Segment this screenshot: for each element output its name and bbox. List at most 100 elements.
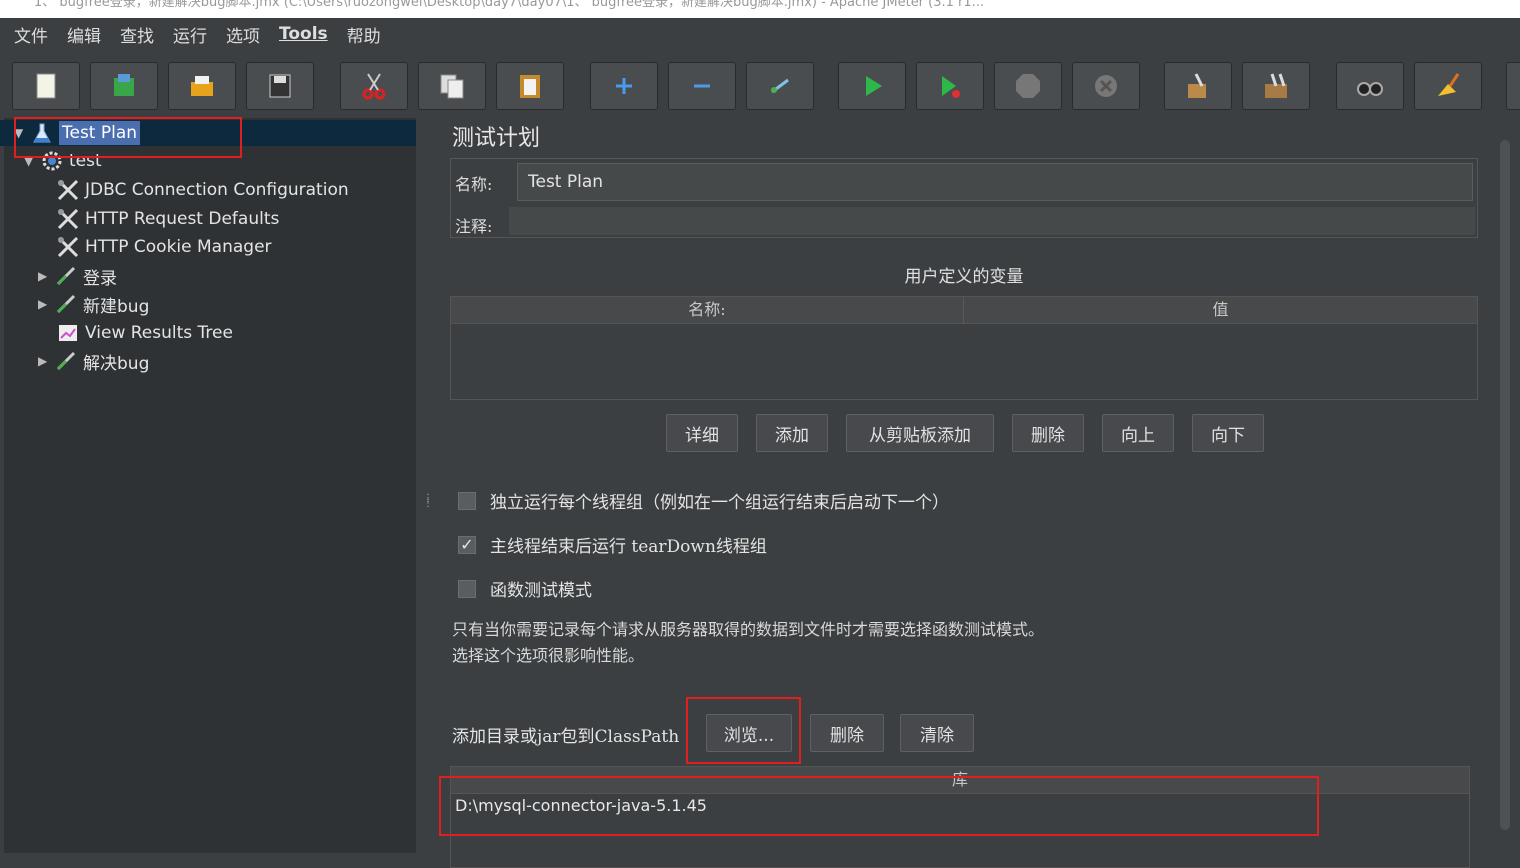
templates-button[interactable] (90, 62, 158, 110)
menu-options[interactable]: 选项 (226, 22, 260, 47)
save-icon (269, 74, 291, 98)
tree-node-jdbc-config[interactable]: JDBC Connection Configuration (54, 177, 352, 203)
clear-button[interactable] (1164, 62, 1232, 110)
toggle-icon (771, 78, 789, 94)
add-button[interactable]: 添加 (756, 414, 828, 452)
templates-icon (114, 74, 134, 96)
col-name-header[interactable]: 名称: (451, 297, 964, 323)
up-button[interactable]: 向上 (1102, 414, 1174, 452)
expand-arrow-icon[interactable]: ▶ (38, 354, 52, 368)
window-title: 1、 bugfree登录，新建解决bug脚本.jmx (C:\Users\ruo… (34, 0, 985, 10)
open-button[interactable] (168, 62, 236, 110)
controller-icon (52, 263, 80, 289)
listener-icon (54, 320, 82, 346)
help-text-line2: 选择这个选项很影响性能。 (452, 646, 645, 665)
expand-icon (616, 78, 632, 94)
checkbox-checked[interactable]: ✓ (458, 535, 476, 554)
toggle-button[interactable] (746, 62, 814, 110)
collapse-button[interactable] (668, 62, 736, 110)
config-icon (54, 177, 82, 203)
checkbox[interactable] (458, 579, 476, 598)
detail-button[interactable]: 详细 (666, 414, 738, 452)
menu-tools[interactable]: Tools (279, 24, 328, 44)
scrollbar-thumb[interactable] (1500, 140, 1510, 830)
window-titlebar: 1、 bugfree登录，新建解决bug脚本.jmx (C:\Users\ruo… (0, 0, 1520, 18)
menu-run[interactable]: 运行 (173, 22, 207, 47)
tree-node-login[interactable]: ▶ 登录 (38, 263, 120, 289)
name-field[interactable]: Test Plan (517, 163, 1473, 201)
option-label: 主线程结束后运行 tearDown线程组 (490, 537, 767, 557)
tree-node-cookie-manager[interactable]: HTTP Cookie Manager (54, 234, 275, 260)
tree-label: HTTP Request Defaults (85, 209, 280, 229)
tree-node-resolve-bug[interactable]: ▶ 解决bug (38, 348, 152, 374)
menu-edit[interactable]: 编辑 (67, 22, 101, 47)
tree-label: 登录 (83, 268, 117, 289)
start-icon (866, 76, 882, 96)
menu-file[interactable]: 文件 (14, 22, 48, 47)
panel-scrollbar[interactable] (1498, 138, 1512, 832)
clear-icon (1188, 73, 1206, 98)
start-no-pauses-icon (942, 76, 960, 98)
tree-node-new-bug[interactable]: ▶ 新建bug (38, 291, 152, 317)
copy-icon (440, 74, 464, 99)
paste-icon (520, 75, 540, 98)
clear-all-icon (1265, 73, 1287, 98)
test-plan-tree: ▼ Test Plan ▼ test JDBC Connection Confi… (0, 118, 416, 853)
checkbox[interactable] (458, 491, 476, 510)
toolbar (0, 50, 1520, 118)
annotation-box-browse (686, 697, 801, 764)
tree-label: View Results Tree (85, 323, 233, 343)
classpath-clear-button[interactable]: 清除 (900, 714, 974, 752)
annotation-box-test-plan (14, 117, 242, 158)
tree-node-http-defaults[interactable]: HTTP Request Defaults (54, 206, 282, 232)
cut-button[interactable] (340, 62, 408, 110)
paste-button[interactable] (496, 62, 564, 110)
expand-arrow-icon[interactable]: ▶ (38, 269, 52, 283)
tree-node-view-results-tree[interactable]: View Results Tree (54, 320, 236, 346)
tree-label: HTTP Cookie Manager (85, 237, 272, 257)
classpath-delete-button[interactable]: 删除 (810, 714, 884, 752)
config-icon (54, 234, 82, 260)
more-toolbar-button[interactable] (1506, 62, 1520, 110)
pane-splitter[interactable]: ⋮ ⋮ (416, 118, 434, 853)
menu-help[interactable]: 帮助 (347, 22, 381, 47)
shutdown-icon (1095, 75, 1117, 97)
menu-search[interactable]: 查找 (120, 22, 154, 47)
option-label: 函数测试模式 (490, 581, 592, 601)
user-vars-header: 名称: 值 (451, 297, 1477, 324)
option-teardown-on-shutdown[interactable]: ✓ 主线程结束后运行 tearDown线程组 (458, 532, 767, 557)
option-serialize-thread-groups[interactable]: 独立运行每个线程组（例如在一个组运行结束后启动下一个） (458, 488, 949, 513)
start-no-pauses-button[interactable] (916, 62, 984, 110)
tree-label: JDBC Connection Configuration (85, 180, 349, 200)
option-functional-test-mode[interactable]: 函数测试模式 (458, 576, 592, 601)
open-icon (191, 76, 213, 96)
user-vars-table[interactable]: 名称: 值 (450, 296, 1478, 400)
comment-label: 注释: (455, 217, 493, 236)
controller-icon (52, 291, 80, 317)
expand-button[interactable] (590, 62, 658, 110)
save-button[interactable] (246, 62, 314, 110)
delete-button[interactable]: 删除 (1012, 414, 1084, 452)
start-button[interactable] (838, 62, 906, 110)
clear-all-button[interactable] (1242, 62, 1310, 110)
name-label: 名称: (455, 175, 493, 194)
name-comment-box: 名称: Test Plan 注释: (450, 158, 1478, 238)
stop-button[interactable] (994, 62, 1062, 110)
config-icon (54, 206, 82, 232)
copy-button[interactable] (418, 62, 486, 110)
add-from-clipboard-button[interactable]: 从剪贴板添加 (846, 414, 994, 452)
classpath-label: 添加目录或jar包到ClassPath (452, 727, 680, 747)
controller-icon (52, 348, 80, 374)
search-button[interactable] (1336, 62, 1404, 110)
menu-bar: 文件 编辑 查找 运行 选项 Tools 帮助 (0, 18, 1520, 50)
down-button[interactable]: 向下 (1192, 414, 1264, 452)
shutdown-button[interactable] (1072, 62, 1140, 110)
expand-arrow-icon[interactable]: ▶ (38, 297, 52, 311)
new-icon (36, 73, 56, 99)
col-value-header[interactable]: 值 (964, 297, 1477, 323)
comment-field[interactable] (509, 207, 1475, 235)
help-text-line1: 只有当你需要记录每个请求从服务器取得的数据到文件时才需要选择函数测试模式。 (452, 620, 1045, 639)
collapse-icon (694, 84, 710, 88)
new-button[interactable] (12, 62, 80, 110)
reset-search-button[interactable] (1414, 62, 1482, 110)
